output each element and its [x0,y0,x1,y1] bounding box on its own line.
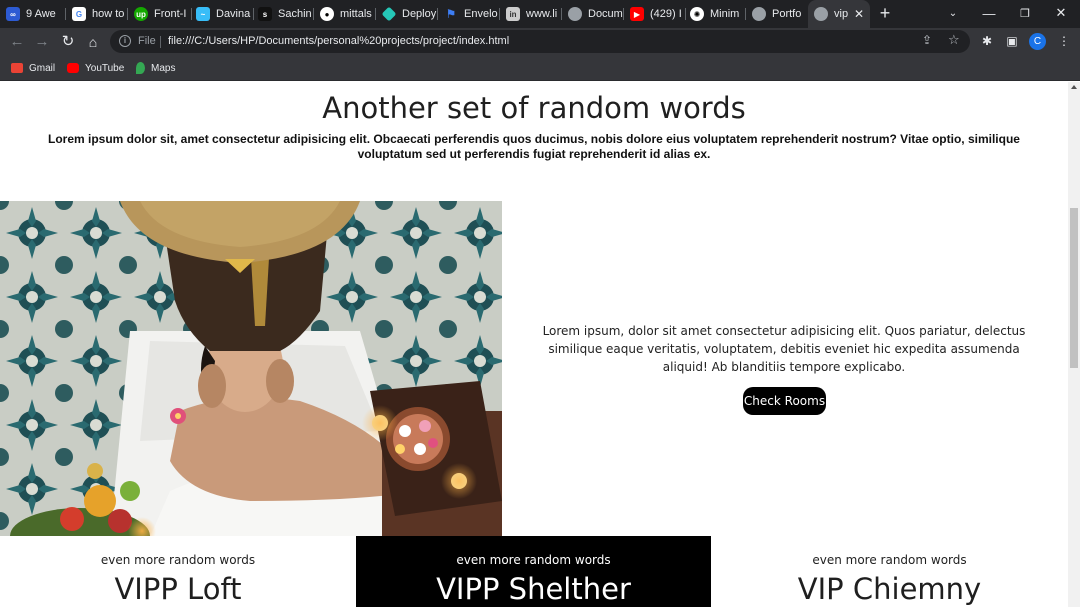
tab-title: (429) I [650,8,682,20]
room-name: VIPP Shelther [436,572,631,606]
page-viewport: Another set of random words Lorem ipsum … [0,82,1068,607]
section-heading: Another set of random words [322,91,746,125]
bookmark-label: Maps [151,62,176,74]
tab-title: Deploy [402,8,437,20]
tab-title: 9 Awe [26,8,56,20]
tab-12[interactable]: Portfo [752,0,808,28]
new-tab-button[interactable]: + [875,3,895,23]
tab-title: Davina [216,8,251,20]
tab-0[interactable]: ∞ 9 Awe [6,0,66,28]
tab-title: vip [834,8,849,20]
upwork-icon: up [134,7,148,21]
tab-4[interactable]: s Sachin [258,0,314,28]
tab-title: Minim [710,8,740,20]
bookmark-gmail[interactable]: Gmail [11,60,55,76]
room-card-vipp-shelther[interactable]: even more random words VIPP Shelther [356,536,711,607]
bookmarks-bar: Gmail YouTube Maps [0,55,1080,81]
extensions-icon[interactable]: ✱ [979,33,995,49]
side-panel-icon[interactable]: ▣ [1004,33,1020,49]
room-name: VIP Chiemny [797,572,982,606]
room-subtitle: even more random words [456,553,611,567]
google-icon: G [72,7,86,21]
bookmark-label: YouTube [85,62,125,74]
room-subtitle: even more random words [100,553,256,567]
tab-title: Portfo [772,8,802,20]
bookmark-youtube[interactable]: YouTube [67,60,124,76]
linkedin-icon: in [506,7,520,21]
page-scrollbar[interactable] [1068,82,1080,607]
home-icon[interactable]: ⌂ [83,32,103,52]
tab-title: Sachin [278,8,312,20]
close-tab-icon[interactable]: ✕ [854,7,864,21]
menu-icon[interactable]: ⋮ [1056,33,1072,49]
profile-avatar[interactable]: C [1029,33,1046,50]
github-icon: ● [320,7,334,21]
minimize-icon[interactable]: — [972,0,1006,26]
globe-icon [752,7,766,21]
flag-icon: ⚑ [445,7,457,21]
tab-8[interactable]: in www.li [506,0,562,28]
netlify-icon [382,6,397,22]
tab-6[interactable]: Deploy [382,0,438,28]
tab-title: www.li [526,8,558,20]
gmail-icon [11,63,23,73]
tab-11[interactable]: ✺ Minim [690,0,746,28]
tab-2[interactable]: up Front-I [134,0,192,28]
room-card-vipp-loft[interactable]: even more random words VIPP Loft [0,536,356,607]
address-bar[interactable]: i File file:///C:/Users/HP/Documents/per… [110,30,970,53]
tab-title: mittals [340,8,372,20]
tab-5[interactable]: ● mittals [320,0,376,28]
tab-title: Front-I [154,8,187,20]
maps-pin-icon [136,62,145,74]
tab-title: Docum [588,8,623,20]
tab-strip: ∞ 9 Awe G how to up Front-I ~ Davina s S… [0,0,1080,28]
sachin-icon: s [258,7,272,21]
check-rooms-button[interactable]: Check Rooms [743,387,826,415]
tab-title: how to [92,8,125,20]
tab-7[interactable]: ⚑ Envelo [444,0,500,28]
room-card-vip-chiemny[interactable]: even more random words VIP Chiemny [711,536,1068,607]
chatgpt-icon: ✺ [690,7,704,21]
reload-icon[interactable]: ↻ [58,32,78,52]
forward-icon[interactable]: → [32,32,52,52]
browser-toolbar: ← → ↻ ⌂ i File file:///C:/Users/HP/Docum… [0,28,1080,55]
tailwind-icon: ~ [196,7,210,21]
scrollbar-thumb[interactable] [1070,208,1078,368]
spa-massage-photo [0,201,502,537]
bookmark-label: Gmail [29,62,56,74]
tab-9[interactable]: Docum [568,0,624,28]
tab-search-icon[interactable]: ⌄ [936,0,970,26]
tab-title: Envelo [464,8,498,20]
section-intro: Lorem ipsum dolor sit, amet consectetur … [48,132,1020,161]
close-window-icon[interactable]: ✕ [1044,0,1078,26]
tab-10[interactable]: ▶ (429) I [630,0,686,28]
scroll-up-arrow-icon[interactable] [1071,85,1077,89]
youtube-icon: ▶ [630,7,644,21]
tab-1[interactable]: G how to [72,0,128,28]
scheme-label: File [138,35,156,47]
info-icon[interactable]: i [119,35,131,47]
youtube-icon [67,63,79,73]
restore-icon[interactable]: ❐ [1008,0,1042,26]
bookmark-maps[interactable]: Maps [136,60,175,76]
tab-13-active[interactable]: vip ✕ [808,0,870,28]
globe-icon [814,7,828,21]
back-icon[interactable]: ← [7,32,27,52]
globe-icon [568,7,582,21]
infinity-icon: ∞ [6,7,20,21]
room-name: VIPP Loft [114,572,242,606]
url-text[interactable]: file:///C:/Users/HP/Documents/personal%2… [168,35,509,47]
feature-description: Lorem ipsum, dolor sit amet consectetur … [542,324,1026,374]
room-subtitle: even more random words [812,553,967,567]
bookmark-star-icon[interactable]: ☆ [948,32,960,48]
share-icon[interactable]: ⇪ [922,33,932,47]
tab-3[interactable]: ~ Davina [196,0,254,28]
